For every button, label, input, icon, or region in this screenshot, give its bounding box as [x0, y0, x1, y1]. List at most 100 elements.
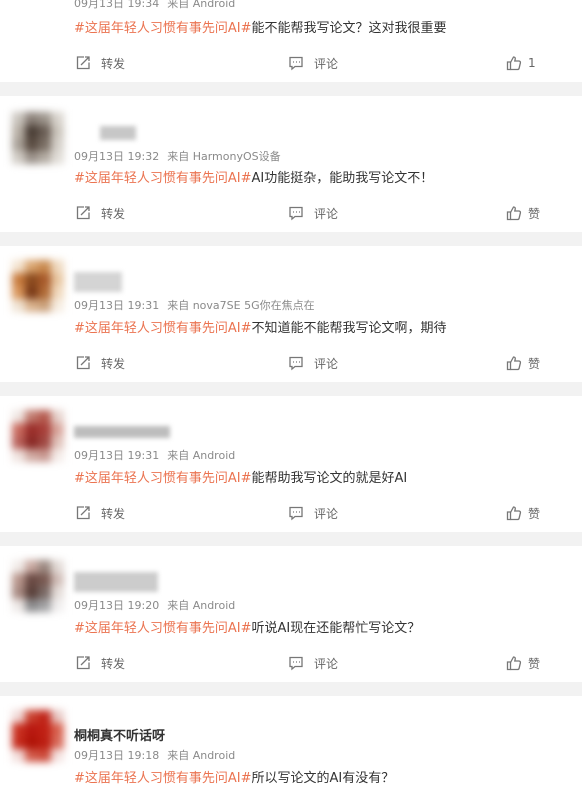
avatar[interactable] — [12, 710, 64, 762]
like-label: 赞 — [528, 356, 541, 371]
avatar-pixel — [51, 299, 64, 312]
like-button[interactable]: 赞 — [506, 502, 540, 524]
avatar-pixel — [12, 151, 25, 164]
avatar-pixel — [51, 273, 64, 286]
avatar-pixel — [25, 723, 38, 736]
avatar-pixel — [51, 586, 64, 599]
repost-button[interactable]: 转发 — [75, 352, 125, 374]
comment-icon — [289, 506, 303, 521]
avatar-pixel — [25, 599, 38, 612]
avatar-pixel — [25, 151, 38, 164]
comment-text: #这届年轻人习惯有事先问AI#所以写论文的AI有没有？ — [74, 767, 394, 786]
thumbs-up-icon — [506, 206, 522, 221]
comment-time: 09月13日 19:31 — [74, 299, 160, 312]
comment-source: 来自 Android — [167, 449, 236, 462]
avatar-pixel — [38, 599, 51, 612]
comment-button[interactable]: 评论 — [288, 652, 338, 674]
comment-card: 09月13日 19:20 来自 Android #这届年轻人习惯有事先问AI#听说… — [0, 546, 582, 682]
repost-button[interactable]: 转发 — [75, 502, 125, 524]
avatar-pixel — [25, 260, 38, 273]
comment-meta: 09月13日 19:18 来自 Android — [74, 747, 235, 763]
comment-time: 09月13日 19:20 — [74, 599, 160, 612]
repost-button[interactable]: 转发 — [75, 652, 125, 674]
avatar-pixel — [38, 736, 51, 749]
topic-link[interactable]: #这届年轻人习惯有事先问AI# — [74, 621, 252, 636]
username-blurred[interactable] — [74, 272, 122, 292]
topic-link[interactable]: #这届年轻人习惯有事先问AI# — [74, 21, 252, 36]
comment-source: 来自 HarmonyOS设备 — [167, 150, 281, 163]
avatar-pixel — [25, 299, 38, 312]
topic-link[interactable]: #这届年轻人习惯有事先问AI# — [74, 771, 252, 786]
avatar-pixel — [38, 560, 51, 573]
avatar-pixel — [38, 586, 51, 599]
username-blurred[interactable] — [100, 126, 136, 140]
avatar-pixel — [12, 560, 25, 573]
avatar-pixel — [12, 449, 25, 462]
comment-text: #这届年轻人习惯有事先问AI#听说AI现在还能帮忙写论文？ — [74, 617, 420, 636]
comment-text: #这届年轻人习惯有事先问AI#能帮助我写论文的就是好AI — [74, 467, 407, 486]
avatar[interactable] — [12, 112, 64, 164]
repost-label: 转发 — [101, 206, 126, 221]
comment-actions: 转发 评论 赞 — [0, 502, 582, 524]
avatar-pixel — [12, 273, 25, 286]
comment-body: 所以写论文的AI有没有？ — [251, 771, 395, 786]
comment-icon — [289, 656, 303, 671]
topic-link[interactable]: #这届年轻人习惯有事先问AI# — [74, 471, 252, 486]
comment-label: 评论 — [314, 206, 339, 221]
avatar-pixel — [51, 112, 64, 125]
comment-actions: 转发 评论 赞 — [0, 202, 582, 224]
comment-button[interactable]: 评论 — [288, 202, 338, 224]
like-button[interactable]: 赞 — [506, 202, 540, 224]
avatar-pixel — [38, 138, 51, 151]
avatar-pixel — [38, 299, 51, 312]
comment-source: 来自 Android — [167, 599, 236, 612]
comment-label: 评论 — [314, 56, 339, 71]
username-blurred[interactable] — [74, 572, 158, 592]
comment-card: 09月13日 19:34 来自 Android #这届年轻人习惯有事先问AI#能不… — [0, 0, 582, 82]
repost-button[interactable]: 转发 — [75, 52, 125, 74]
topic-link[interactable]: #这届年轻人习惯有事先问AI# — [74, 171, 252, 186]
avatar-pixel — [12, 599, 25, 612]
avatar-pixel — [51, 410, 64, 423]
repost-label: 转发 — [101, 656, 126, 671]
comment-label: 评论 — [314, 506, 339, 521]
comment-text: #这届年轻人习惯有事先问AI#不知道能不能帮我写论文啊，期待 — [74, 317, 447, 336]
avatar-pixel — [25, 710, 38, 723]
avatar-pixel — [51, 560, 64, 573]
comment-button[interactable]: 评论 — [288, 52, 338, 74]
topic-link[interactable]: #这届年轻人习惯有事先问AI# — [74, 321, 252, 336]
like-label: 赞 — [528, 656, 541, 671]
avatar-pixel — [51, 736, 64, 749]
avatar-pixel — [12, 299, 25, 312]
like-button[interactable]: 赞 — [506, 652, 540, 674]
comment-icon — [289, 56, 303, 71]
comment-button[interactable]: 评论 — [288, 502, 338, 524]
like-button[interactable]: 赞 — [506, 352, 540, 374]
avatar[interactable] — [12, 410, 64, 462]
avatar-pixel — [25, 573, 38, 586]
avatar-pixel — [38, 286, 51, 299]
avatar-pixel — [51, 710, 64, 723]
avatar-pixel — [25, 449, 38, 462]
username-blurred[interactable] — [74, 426, 170, 438]
avatar-pixel — [12, 112, 25, 125]
username[interactable]: 桐桐真不听话呀 — [74, 725, 165, 744]
avatar-pixel — [51, 599, 64, 612]
comment-label: 评论 — [314, 356, 339, 371]
avatar-pixel — [12, 710, 25, 723]
thumbs-up-icon — [506, 656, 522, 671]
avatar[interactable] — [12, 560, 64, 612]
repost-button[interactable]: 转发 — [75, 202, 125, 224]
avatar-pixel — [51, 286, 64, 299]
like-button[interactable]: 1 — [506, 52, 536, 74]
avatar-pixel — [51, 436, 64, 449]
avatar-pixel — [51, 125, 64, 138]
comment-label: 评论 — [314, 656, 339, 671]
comment-meta: 09月13日 19:32 来自 HarmonyOS设备 — [74, 148, 281, 164]
avatar[interactable] — [12, 260, 64, 312]
avatar-pixel — [25, 273, 38, 286]
avatar-pixel — [38, 423, 51, 436]
repost-icon — [76, 506, 90, 520]
comment-actions: 转发 评论 赞 — [0, 352, 582, 374]
comment-button[interactable]: 评论 — [288, 352, 338, 374]
